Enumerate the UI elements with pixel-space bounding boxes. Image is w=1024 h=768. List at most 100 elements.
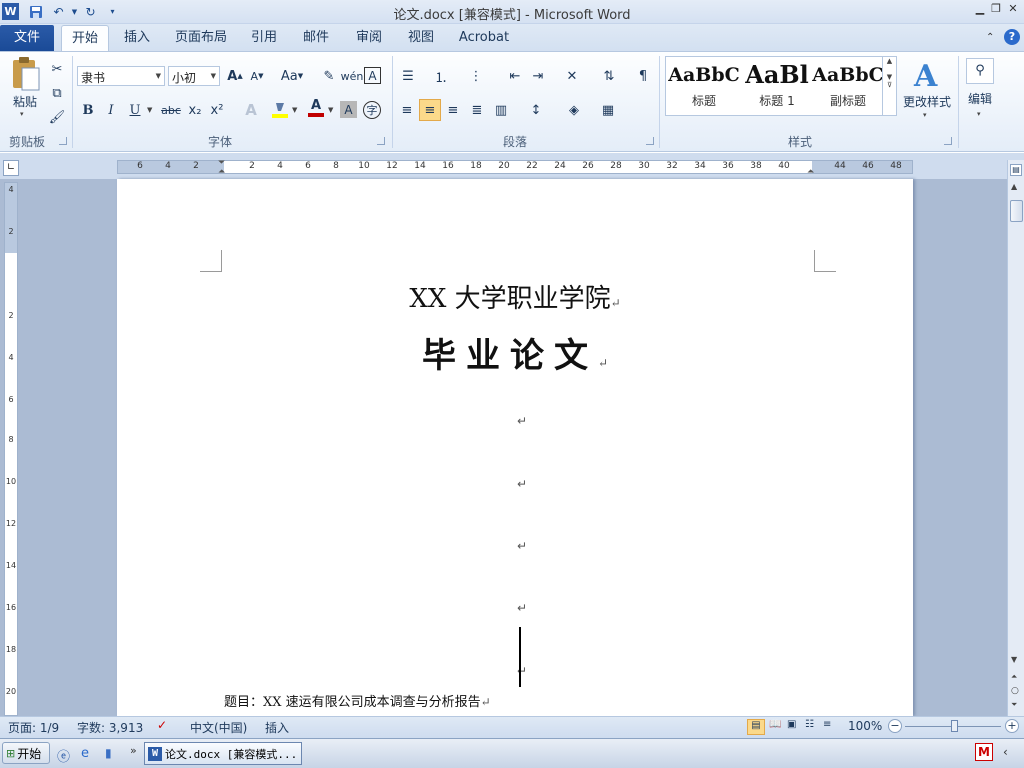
line-spacing-icon[interactable]: ↕ — [525, 99, 547, 121]
clear-formatting-icon[interactable]: ✎ — [318, 65, 340, 87]
minimize-ribbon-icon[interactable]: ⌃ — [986, 32, 994, 43]
styles-launcher-icon[interactable] — [944, 137, 952, 145]
word-app-icon[interactable]: W — [2, 3, 19, 20]
language-indicator[interactable]: 中文(中国) — [190, 719, 247, 736]
zoom-level[interactable]: 100% — [848, 719, 882, 733]
minimize-button[interactable]: ▁ — [973, 3, 987, 15]
tab-page-layout[interactable]: 页面布局 — [171, 25, 231, 51]
web-layout-icon[interactable]: ▣ — [787, 719, 796, 730]
binoculars-icon[interactable]: ⚲ — [966, 58, 994, 84]
cut-icon[interactable]: ✂ — [46, 58, 68, 80]
taskbar-word-button[interactable]: W 论文.docx [兼容模式... — [144, 742, 302, 765]
tab-home[interactable]: 开始 — [61, 25, 109, 51]
redo-icon[interactable]: ↻ — [82, 3, 99, 20]
font-name-combo[interactable]: 隶书 ▼ — [77, 66, 165, 86]
paste-dropdown-icon[interactable]: ▾ — [20, 110, 24, 118]
decrease-indent-icon[interactable]: ⇤ — [504, 65, 526, 87]
align-left-icon[interactable]: ≡ — [396, 99, 418, 121]
save-icon[interactable] — [27, 3, 44, 20]
next-page-icon[interactable]: ⏷ — [1011, 700, 1017, 710]
chinese-layout-icon[interactable]: ✕ — [561, 65, 583, 87]
clipboard-launcher-icon[interactable] — [59, 137, 67, 145]
tab-mailings[interactable]: 邮件 — [296, 25, 336, 51]
font-color-icon[interactable]: A — [305, 97, 327, 119]
tab-acrobat[interactable]: Acrobat — [455, 25, 513, 51]
character-border-icon[interactable]: A — [364, 67, 381, 84]
subscript-button[interactable]: x₂ — [184, 99, 206, 121]
change-styles-dropdown-icon[interactable]: ▾ — [923, 111, 927, 119]
tray-app-icon[interactable]: M — [975, 743, 993, 761]
numbering-icon[interactable]: ⒈ — [430, 65, 452, 87]
vertical-ruler[interactable]: 4 2 2 4 6 8 10 12 14 16 18 20 — [4, 182, 18, 716]
change-styles-icon[interactable]: A — [906, 58, 946, 94]
bullets-icon[interactable]: ☰ — [397, 65, 419, 87]
help-icon[interactable]: ? — [1004, 29, 1020, 45]
horizontal-ruler[interactable]: 6 4 2 2 4 6 8 10 12 14 16 18 20 22 24 26 28 30 32 34 36 38 40 4… — [117, 158, 913, 177]
font-launcher-icon[interactable] — [377, 137, 385, 145]
customize-qat-icon[interactable]: ▾ — [104, 3, 121, 20]
sort-icon[interactable]: ⇅ — [598, 65, 620, 87]
superscript-button[interactable]: x² — [206, 99, 228, 121]
change-case-icon[interactable]: Aa ▼ — [278, 65, 306, 87]
bold-button[interactable]: B — [77, 99, 99, 121]
show-marks-icon[interactable]: ¶ — [632, 65, 654, 87]
quicklaunch-overflow-icon[interactable]: » — [130, 744, 137, 757]
distributed-icon[interactable]: ▥ — [490, 99, 512, 121]
text-effects-icon[interactable]: A — [240, 99, 262, 121]
copy-icon[interactable]: ⧉ — [46, 82, 68, 104]
phonetic-guide-icon[interactable]: wén — [341, 65, 364, 87]
align-center-icon[interactable]: ≡ — [419, 99, 441, 121]
editing-dropdown-icon[interactable]: ▾ — [977, 110, 981, 118]
strikethrough-button[interactable]: abc — [160, 99, 182, 121]
scroll-up-icon[interactable]: ▲ — [1011, 182, 1017, 191]
tab-selector[interactable]: ∟ — [3, 160, 19, 176]
grow-font-icon[interactable]: A ▲ — [224, 65, 246, 87]
previous-page-icon[interactable]: ⏶ — [1011, 672, 1017, 682]
increase-indent-icon[interactable]: ⇥ — [527, 65, 549, 87]
document-title[interactable]: XX 大学职业学院↵ — [117, 278, 913, 315]
print-layout-icon[interactable]: ▤ — [747, 719, 765, 735]
quicklaunch-media-icon[interactable]: ▮ — [105, 746, 112, 760]
tab-view[interactable]: 视图 — [401, 25, 441, 51]
highlight-icon[interactable] — [269, 99, 291, 121]
format-painter-icon[interactable]: 🖌 — [46, 106, 68, 128]
character-shading-icon[interactable]: A — [340, 101, 357, 118]
quicklaunch-ie-icon[interactable]: ⓔ — [57, 746, 70, 765]
ruler-toggle-icon[interactable]: ▤ — [1010, 164, 1022, 176]
paste-button[interactable]: 粘贴 — [8, 93, 42, 109]
italic-button[interactable]: I — [100, 99, 122, 121]
start-button[interactable]: ⊞ 开始 — [2, 742, 50, 764]
quicklaunch-browser-icon[interactable]: e — [81, 746, 89, 761]
style-subtitle[interactable]: AaBbC 副标题 — [812, 57, 884, 115]
style-title[interactable]: AaBbC 标题 — [668, 57, 740, 115]
tab-references[interactable]: 引用 — [244, 25, 284, 51]
enclose-characters-icon[interactable]: 字 — [363, 101, 381, 119]
vertical-scrollbar[interactable]: ▤ ▲ ▼ ⏶ ○ ⏷ — [1007, 160, 1024, 716]
document-subtitle[interactable]: 毕业论文↵ — [117, 328, 913, 377]
browse-object-icon[interactable]: ○ — [1011, 686, 1019, 696]
style-heading-1[interactable]: AaBl 标题 1 — [741, 57, 813, 115]
undo-icon[interactable]: ↶ — [50, 3, 67, 20]
scroll-down-icon[interactable]: ▼ — [1011, 655, 1017, 664]
scroll-thumb[interactable] — [1010, 200, 1023, 222]
editing-button[interactable]: 编辑 — [962, 90, 998, 106]
word-count[interactable]: 字数: 3,913 — [77, 719, 143, 736]
undo-dropdown-icon[interactable]: ▼ — [66, 3, 83, 20]
borders-icon[interactable]: ▦ — [597, 99, 619, 121]
highlight-dropdown-icon[interactable]: ▼ — [292, 106, 297, 114]
hanging-indent-marker[interactable]: ⏶ — [218, 167, 225, 177]
draft-icon[interactable]: ≡ — [823, 719, 831, 730]
underline-button[interactable]: U — [124, 99, 146, 121]
zoom-in-icon[interactable]: + — [1005, 719, 1019, 733]
tab-insert[interactable]: 插入 — [117, 25, 157, 51]
page-count[interactable]: 页面: 1/9 — [8, 719, 59, 736]
insert-mode-indicator[interactable]: 插入 — [265, 719, 289, 736]
outline-icon[interactable]: ☷ — [805, 719, 814, 730]
proofing-icon[interactable]: ✓ — [157, 718, 167, 732]
tray-expand-icon[interactable]: ‹ — [1003, 745, 1008, 759]
zoom-out-icon[interactable]: − — [888, 719, 902, 733]
tab-review[interactable]: 审阅 — [349, 25, 389, 51]
paragraph-launcher-icon[interactable] — [646, 137, 654, 145]
paste-icon[interactable] — [8, 56, 42, 94]
underline-dropdown-icon[interactable]: ▼ — [147, 106, 152, 114]
